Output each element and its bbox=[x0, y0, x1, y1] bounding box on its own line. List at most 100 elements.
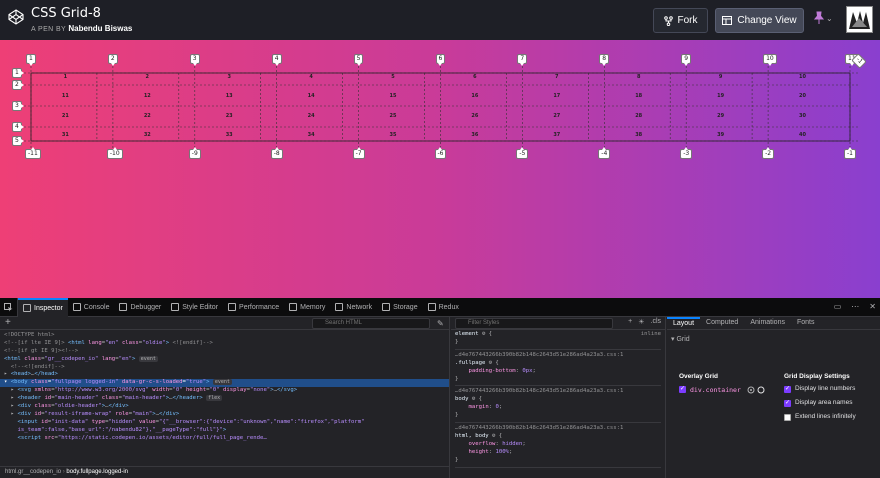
grid-cell-number: 31 bbox=[61, 132, 69, 138]
pin-icon[interactable] bbox=[813, 11, 825, 25]
markup-node[interactable]: ▸ <svg xmlns="http://www.w3.org/2000/svg… bbox=[0, 387, 449, 395]
fork-icon bbox=[663, 15, 673, 26]
devtools-window-controls: ▭ ⋯ ✕ bbox=[834, 302, 876, 311]
dock-icon[interactable]: ▭ bbox=[834, 302, 842, 311]
grid-setting-checkbox[interactable] bbox=[784, 414, 791, 421]
sidebar-tab-animations[interactable]: Animations bbox=[744, 317, 791, 329]
markup-node[interactable]: <script src="https://static.codepen.io/a… bbox=[0, 435, 449, 443]
css-rule[interactable]: element ⚙ {inline} bbox=[455, 331, 661, 350]
add-node-icon[interactable]: + bbox=[5, 317, 11, 328]
grid-cell-number: 32 bbox=[143, 132, 151, 138]
grid-cell-number: 17 bbox=[553, 93, 561, 99]
tab-debugger[interactable]: Debugger bbox=[114, 298, 166, 317]
markup-node[interactable]: ▸ <div class="oldie-header">…</div> bbox=[0, 403, 449, 411]
tab-console[interactable]: Console bbox=[68, 298, 115, 317]
markup-node[interactable]: ▸ <div id="result-iframe-wrap" role="mai… bbox=[0, 411, 449, 419]
grid-container-checkbox[interactable]: ✓ bbox=[679, 386, 686, 393]
markup-node[interactable]: <!DOCTYPE html> bbox=[0, 332, 449, 340]
markup-node[interactable]: <!--<![endif]--> bbox=[0, 364, 449, 372]
close-icon[interactable]: ✕ bbox=[869, 302, 876, 311]
grid-section-header[interactable]: ▾ Grid bbox=[671, 335, 690, 343]
grid-row-label: 2 bbox=[12, 80, 24, 90]
markup-node[interactable]: <!--[if gt IE 9]><!--> bbox=[0, 348, 449, 356]
devtools-panel: Inspector Console Debugger Style Editor Perf… bbox=[0, 297, 880, 478]
grid-column-top-label: 10 bbox=[763, 54, 777, 66]
tab-inspector[interactable]: Inspector bbox=[18, 297, 68, 317]
grid-cell-number: 37 bbox=[553, 132, 561, 138]
rules-tools: + ☀ .cls bbox=[628, 318, 661, 326]
css-rule[interactable]: …d4e767443266b390b82b148c2643d51e286ad4a… bbox=[455, 352, 661, 387]
markup-node[interactable]: <!--[if lte IE 9]> <html lang="en" class… bbox=[0, 340, 449, 348]
more-options-icon[interactable]: ⋯ bbox=[851, 302, 859, 311]
sidebar-tab-layout[interactable]: Layout bbox=[667, 317, 701, 329]
grid-setting-label: Display area names bbox=[795, 399, 853, 406]
grid-cell-number: 12 bbox=[143, 93, 151, 99]
sidebar-tab-computed[interactable]: Computed bbox=[700, 317, 744, 329]
breadcrumb-item-html[interactable]: html.gr__codepen_io bbox=[5, 469, 61, 475]
markup-toolbar: + Search HTML ✎ bbox=[0, 317, 449, 330]
overlay-grid-title: Overlay Grid bbox=[679, 373, 719, 380]
filter-styles-input[interactable]: Filter Styles bbox=[455, 318, 613, 329]
chevron-down-icon[interactable]: ⌄ bbox=[826, 14, 833, 23]
tab-storage[interactable]: Storage bbox=[377, 298, 423, 317]
markup-node[interactable]: ▸ <header id="main-header" class="main-h… bbox=[0, 395, 449, 403]
grid-column-top-label: 8 bbox=[599, 54, 610, 66]
markup-node[interactable]: is_team":false,"base_url":"/nabendu82"},… bbox=[0, 427, 449, 435]
markup-panel: + Search HTML ✎ <!DOCTYPE html> <!--[if l… bbox=[0, 317, 450, 478]
grid-cell-number: 28 bbox=[635, 113, 643, 119]
fork-button[interactable]: Fork bbox=[653, 8, 708, 33]
breadcrumb-item-body[interactable]: body.fullpage.logged-in bbox=[66, 469, 128, 475]
fork-label: Fork bbox=[677, 15, 698, 26]
grid-column-top-label: 2 bbox=[107, 54, 118, 66]
grid-setting-checkbox[interactable]: ✓ bbox=[784, 386, 791, 393]
grid-cell-number: 38 bbox=[635, 132, 643, 138]
rules-panel: Filter Styles + ☀ .cls element ⚙ {inline… bbox=[451, 317, 666, 478]
tab-network[interactable]: Network bbox=[330, 298, 377, 317]
grid-cell-number: 13 bbox=[225, 93, 233, 99]
performance-icon bbox=[228, 303, 237, 311]
tab-memory[interactable]: Memory bbox=[284, 298, 330, 317]
grid-column-bottom-label: -8 bbox=[270, 147, 283, 159]
eyedropper-icon[interactable]: ✎ bbox=[437, 319, 444, 328]
markup-node[interactable]: ▸ <head>…</head> bbox=[0, 371, 449, 379]
grid-cell-number: 33 bbox=[225, 132, 233, 138]
markup-node[interactable]: <html class="gr__codepen_io" lang="en"> … bbox=[0, 355, 449, 364]
change-view-button[interactable]: Change View bbox=[715, 8, 804, 33]
tab-label: Network bbox=[346, 303, 373, 311]
tab-redux[interactable]: Redux bbox=[423, 298, 464, 317]
grid-row-label: 3 bbox=[12, 101, 24, 111]
toggle-theme-button[interactable]: ☀ bbox=[638, 318, 644, 326]
add-rule-button[interactable]: + bbox=[628, 318, 632, 326]
change-view-label: Change View bbox=[737, 15, 797, 26]
tab-label: Performance bbox=[239, 303, 280, 311]
search-html-input[interactable]: Search HTML bbox=[312, 318, 430, 329]
tab-label: Redux bbox=[438, 303, 459, 311]
tab-style-editor[interactable]: Style Editor bbox=[166, 298, 223, 317]
tab-label: Memory bbox=[300, 303, 326, 311]
avatar[interactable] bbox=[846, 6, 873, 33]
markup-node[interactable]: <input id="init-data" type="hidden" valu… bbox=[0, 419, 449, 427]
css-rule[interactable]: …d4e767443266b390b82b148c2643d51e286ad4a… bbox=[455, 425, 661, 468]
grid-column-top-label: 7 bbox=[517, 54, 528, 66]
grid-cell-number: 25 bbox=[389, 113, 397, 119]
codepen-logo-icon[interactable] bbox=[8, 9, 24, 25]
result-preview: 1-112-103-94-85-76-67-58-49-310-211-1123… bbox=[0, 40, 880, 298]
markup-node[interactable]: ▾ <body class="fullpage logged-in" data-… bbox=[0, 379, 449, 388]
markup-tree[interactable]: <!DOCTYPE html> <!--[if lte IE 9]> <html … bbox=[0, 330, 449, 442]
console-icon bbox=[72, 303, 81, 311]
css-rule[interactable]: …d4e767443266b390b82b148c2643d51e286ad4a… bbox=[455, 388, 661, 424]
tab-label: Inspector bbox=[34, 304, 63, 312]
grid-highlight-icons[interactable] bbox=[747, 386, 765, 394]
grid-setting-checkbox[interactable]: ✓ bbox=[784, 400, 791, 407]
author-name[interactable]: Nabendu Biswas bbox=[68, 24, 132, 33]
tab-performance[interactable]: Performance bbox=[223, 298, 284, 317]
grid-container-name[interactable]: div.container bbox=[690, 386, 741, 394]
pen-author-line: A PEN BY Nabendu Biswas bbox=[31, 24, 132, 33]
grid-column-bottom-label: -6 bbox=[434, 147, 447, 159]
grid-cell-number: 36 bbox=[471, 132, 479, 138]
element-picker-button[interactable] bbox=[0, 297, 18, 317]
grid-cell-number: 7 bbox=[555, 74, 559, 80]
grid-cell-number: 5 bbox=[391, 74, 395, 80]
toggle-classes-button[interactable]: .cls bbox=[651, 318, 662, 326]
sidebar-tab-fonts[interactable]: Fonts bbox=[791, 317, 821, 329]
